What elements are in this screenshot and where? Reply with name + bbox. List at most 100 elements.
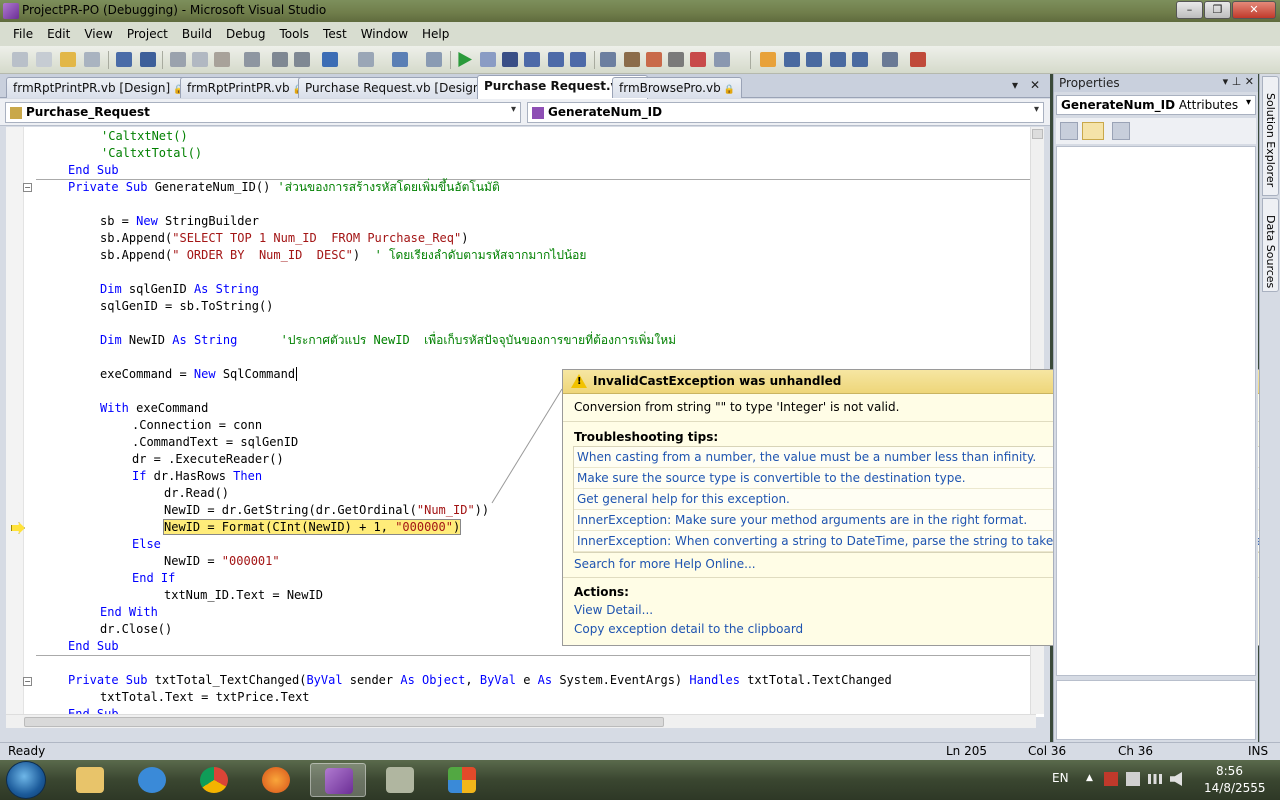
tab-frmrptprintpr[interactable]: frmRptPrintPR.vb🔒	[180, 77, 311, 98]
cut-icon[interactable]	[170, 52, 186, 67]
menu-test[interactable]: Test	[316, 27, 354, 41]
tools-icon	[386, 767, 414, 793]
uncomment-icon[interactable]	[294, 52, 310, 67]
tab-purchase-request-design[interactable]: Purchase Request.vb [Design]🔒	[298, 77, 507, 98]
toolbox-icon[interactable]	[668, 52, 684, 67]
scroll-thumb[interactable]	[1032, 129, 1043, 139]
code-line: If dr.HasRows Then	[132, 469, 263, 483]
error-list-icon[interactable]	[690, 52, 706, 67]
tab-frmbrowsepro[interactable]: frmBrowsePro.vb 🔒	[612, 77, 742, 98]
categorized-icon[interactable]	[1060, 122, 1078, 140]
code-line: Else	[132, 537, 161, 551]
undo-icon[interactable]	[322, 52, 338, 67]
menu-build[interactable]: Build	[175, 27, 219, 41]
code-line: sb.Append(" ORDER BY Num_ID DESC") ' โดย…	[100, 248, 587, 262]
menu-debug[interactable]: Debug	[219, 27, 272, 41]
solution-explorer-icon[interactable]	[600, 52, 616, 67]
code-line: End If	[132, 571, 176, 585]
taskbar-explorer[interactable]	[62, 763, 118, 797]
navigate-icon[interactable]	[392, 52, 408, 67]
step-into-icon[interactable]	[524, 52, 540, 67]
network-error-icon[interactable]	[1104, 772, 1118, 786]
alphabetical-icon[interactable]	[1082, 122, 1104, 140]
start-page-icon[interactable]	[426, 52, 442, 67]
open-file-icon[interactable]	[60, 52, 76, 67]
taskbar-tools[interactable]	[372, 763, 428, 797]
taskbar-chrome[interactable]	[186, 763, 242, 797]
watch-icon[interactable]	[806, 52, 822, 67]
stop-icon[interactable]	[502, 52, 518, 67]
standard-toolbar	[0, 46, 1280, 74]
paste-icon[interactable]	[214, 52, 230, 67]
tab-frmrptprintpr-design[interactable]: frmRptPrintPR.vb [Design] 🔒	[6, 77, 192, 98]
collapse-icon[interactable]: −	[23, 183, 32, 192]
collapse-icon[interactable]: −	[23, 677, 32, 686]
hex-display-icon[interactable]	[882, 52, 898, 67]
output-window-icon[interactable]	[910, 52, 926, 67]
taskbar-ie[interactable]	[124, 763, 180, 797]
data-sources-tab[interactable]: Data Sources	[1262, 198, 1279, 292]
step-out-icon[interactable]	[570, 52, 586, 67]
properties-object-dropdown[interactable]: GenerateNum_ID Attributes ▾	[1056, 95, 1256, 115]
start-button[interactable]	[6, 761, 46, 799]
show-next-statement-icon[interactable]	[760, 52, 776, 67]
taskbar-office[interactable]	[434, 763, 490, 797]
breakpoints-icon[interactable]	[784, 52, 800, 67]
properties-toolbar	[1056, 118, 1256, 144]
properties-icon[interactable]	[624, 52, 640, 67]
taskbar-visual-studio[interactable]	[310, 763, 366, 797]
object-browser-icon[interactable]	[646, 52, 662, 67]
find-icon[interactable]	[244, 52, 260, 67]
add-item-icon[interactable]	[36, 52, 52, 67]
clock-time[interactable]: 8:56	[1216, 764, 1243, 778]
menu-help[interactable]: Help	[415, 27, 456, 41]
exception-callout-line	[491, 388, 563, 504]
menu-project[interactable]: Project	[120, 27, 175, 41]
maximize-button[interactable]: ❐	[1204, 1, 1231, 19]
scroll-thumb[interactable]	[24, 717, 664, 727]
close-document-icon[interactable]: ✕	[1030, 78, 1040, 92]
code-line: 'CaltxtTotal()	[101, 146, 203, 160]
method-name-dropdown[interactable]: GenerateNum_ID ▾	[527, 102, 1044, 123]
menu-file[interactable]: File	[6, 27, 40, 41]
minimize-button[interactable]: –	[1176, 1, 1203, 19]
new-project-icon[interactable]	[12, 52, 28, 67]
menu-tools[interactable]: Tools	[272, 27, 316, 41]
menu-edit[interactable]: Edit	[40, 27, 77, 41]
add-existing-icon[interactable]	[84, 52, 100, 67]
step-over-icon[interactable]	[548, 52, 564, 67]
panel-controls[interactable]: ▾ ⊥ ✕	[1223, 75, 1254, 88]
call-stack-icon[interactable]	[852, 52, 868, 67]
property-pages-icon[interactable]	[1112, 122, 1130, 140]
output-icon[interactable]	[714, 52, 730, 67]
show-hidden-icons-icon[interactable]: ▲	[1086, 773, 1093, 783]
method-separator	[36, 655, 1032, 656]
comment-icon[interactable]	[272, 52, 288, 67]
power-icon[interactable]	[1126, 772, 1140, 786]
copy-icon[interactable]	[192, 52, 208, 67]
properties-grid[interactable]	[1056, 146, 1256, 676]
menu-window[interactable]: Window	[354, 27, 415, 41]
locals-icon[interactable]	[830, 52, 846, 67]
redo-icon[interactable]	[358, 52, 374, 67]
continue-icon[interactable]	[458, 52, 472, 67]
close-button[interactable]: ✕	[1232, 1, 1276, 19]
pause-icon[interactable]	[480, 52, 496, 67]
menu-view[interactable]: View	[77, 27, 119, 41]
status-column: Col 36	[1028, 744, 1067, 758]
window-title: ProjectPR-PO (Debugging) - Microsoft Vis…	[22, 3, 327, 17]
language-indicator[interactable]: EN	[1052, 771, 1069, 785]
editor-horizontal-scrollbar[interactable]	[6, 714, 1036, 728]
code-line: dr.Read()	[164, 486, 230, 500]
taskbar-firefox[interactable]	[248, 763, 304, 797]
save-all-icon[interactable]	[140, 52, 156, 67]
class-name-dropdown[interactable]: Purchase_Request ▾	[5, 102, 521, 123]
code-line: dr = .ExecuteReader()	[132, 452, 284, 466]
internet-explorer-icon	[138, 767, 166, 793]
volume-icon[interactable]	[1170, 772, 1182, 786]
clock-date[interactable]: 14/8/2555	[1204, 781, 1266, 795]
save-icon[interactable]	[116, 52, 132, 67]
tab-list-dropdown-icon[interactable]: ▾	[1012, 78, 1018, 92]
solution-explorer-tab[interactable]: Solution Explorer	[1262, 76, 1279, 196]
signal-icon[interactable]	[1148, 774, 1162, 784]
